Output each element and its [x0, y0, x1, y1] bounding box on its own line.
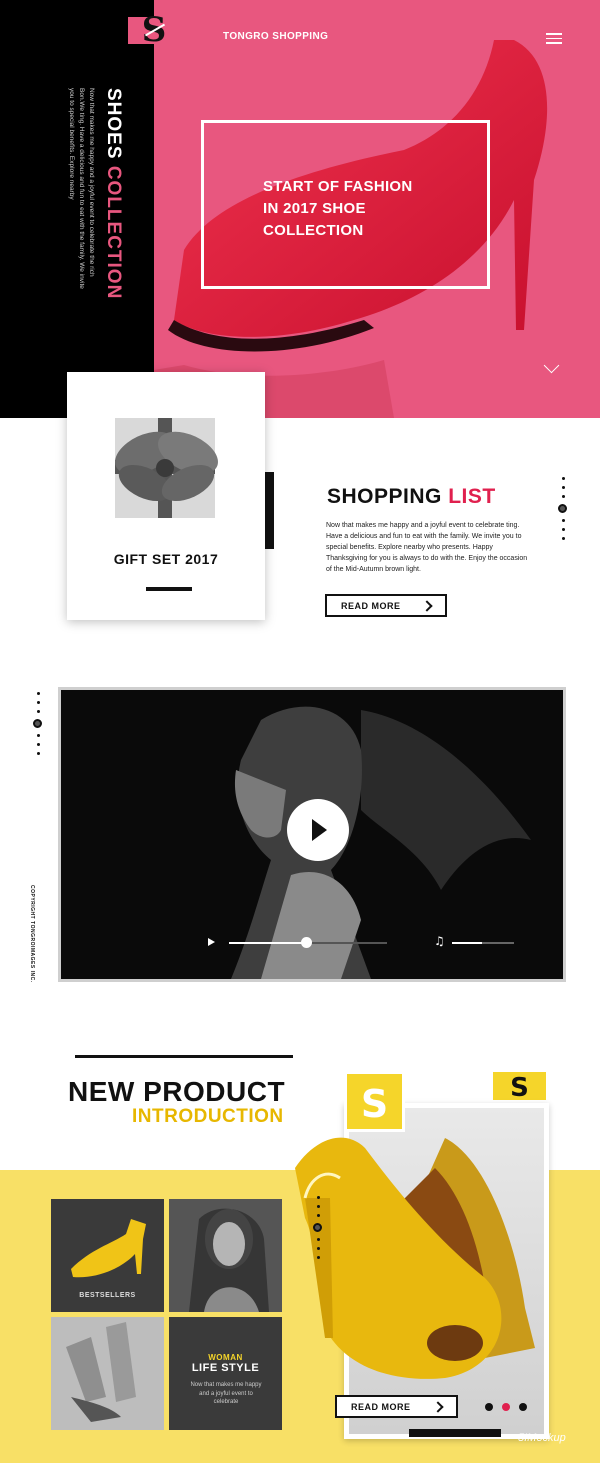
brand-logo[interactable]: S [128, 13, 180, 47]
shopping-list-description: Now that makes me happy and a joyful eve… [326, 522, 528, 573]
yellow-heels-image [295, 1137, 535, 1379]
model-photo-tile[interactable] [169, 1199, 282, 1312]
carousel-dot-2[interactable] [502, 1403, 510, 1411]
hero-side-description: Now that makes me happy and a joyful eve… [68, 88, 95, 289]
read-more-button[interactable]: READ MORE [325, 594, 447, 617]
volume-fill [452, 942, 482, 944]
video-pagination[interactable] [33, 692, 42, 761]
accent-strip [265, 472, 274, 549]
watermark-text: 5IMockup [518, 1432, 566, 1444]
legs-photo-tile[interactable] [51, 1317, 164, 1430]
carousel-dot-1[interactable] [485, 1403, 493, 1411]
hero-headline: START OF FASHION IN 2017 SHOE COLLECTION [263, 178, 413, 239]
music-note-icon[interactable]: ♫ [434, 934, 445, 948]
gift-box-image [115, 418, 218, 518]
chevron-right-icon [421, 600, 433, 612]
shopping-list-title: SHOPPING LIST [327, 485, 496, 508]
play-button[interactable] [287, 799, 349, 861]
shoes-collection-title: SHOES COLLECTION [103, 88, 124, 300]
copyright-text: COPYRIGHT TONGROIMAGES INC. [29, 885, 35, 983]
product-title-rule [75, 1055, 293, 1058]
play-control-icon[interactable] [208, 938, 215, 946]
lifestyle-label: LIFE STYLE [191, 1362, 260, 1374]
woman-label: WOMAN [208, 1353, 243, 1362]
product-pagination[interactable] [313, 1196, 322, 1265]
carousel-dot-3[interactable] [519, 1403, 527, 1411]
lifestyle-description: Now that makes me happy and a joyful eve… [190, 1382, 262, 1405]
gift-underline [146, 587, 192, 591]
brand-name[interactable]: TONGRO SHOPPING [223, 31, 328, 42]
brand-badge-large: S [344, 1071, 405, 1132]
new-product-title: NEW PRODUCT [68, 1076, 286, 1107]
video-progress-fill [229, 942, 306, 944]
gift-set-title: GIFT SET 2017 [113, 551, 219, 567]
product-read-more-button[interactable]: READ MORE [335, 1395, 458, 1418]
play-icon [312, 819, 327, 841]
bestsellers-label: BESTSELLERS [79, 1292, 136, 1299]
video-progress-handle[interactable] [301, 937, 312, 948]
brand-badge-small: S [493, 1072, 546, 1103]
photo-underline [409, 1429, 501, 1437]
introduction-subtitle: INTRODUCTION [132, 1106, 284, 1127]
hamburger-menu-icon[interactable] [546, 33, 562, 47]
section-pagination[interactable] [558, 477, 567, 546]
chevron-right-icon [432, 1401, 444, 1413]
